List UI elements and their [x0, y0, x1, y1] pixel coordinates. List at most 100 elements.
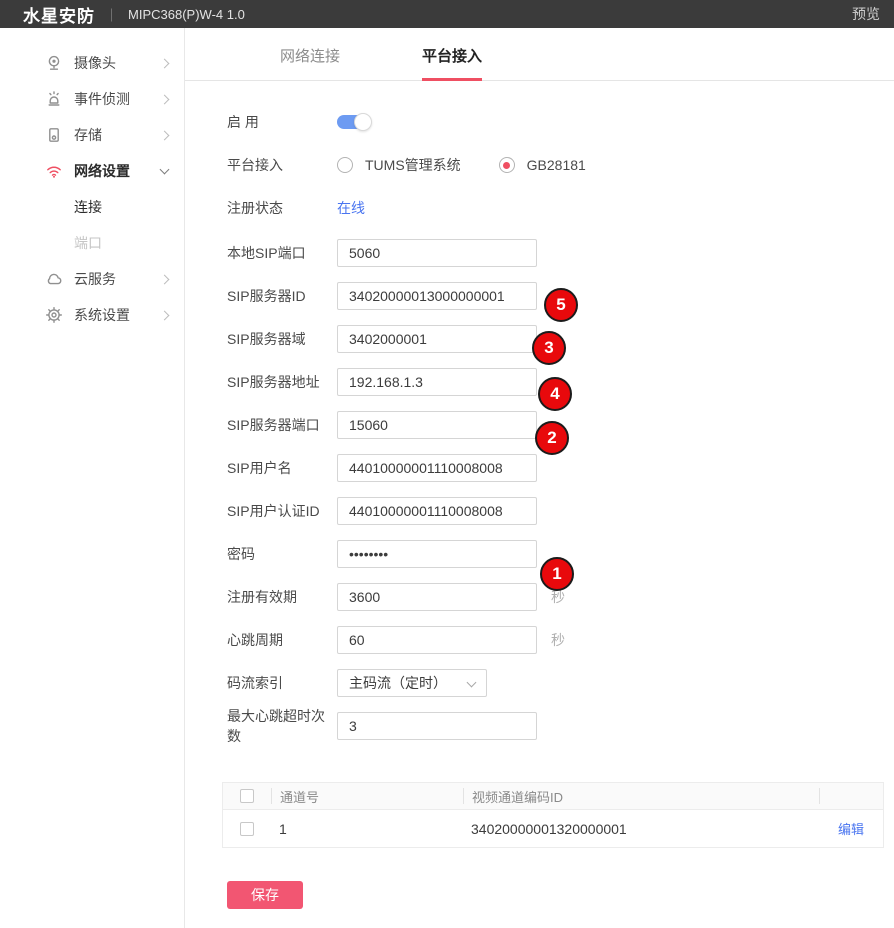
main-content: 网络连接 平台接入 5 3 4 2 1 启 用 平台接入 TUMS管理系统 GB…	[185, 28, 894, 928]
field-label: SIP服务器端口	[227, 415, 337, 435]
heartbeat-period-row: 心跳周期 秒	[227, 626, 894, 654]
chevron-right-icon	[160, 274, 170, 284]
field-label: SIP服务器域	[227, 329, 337, 349]
sip-server-port-input[interactable]	[337, 411, 537, 439]
sip-auth-id-input[interactable]	[337, 497, 537, 525]
table-header-row: 通道号 视频通道编码ID	[223, 783, 883, 810]
max-heartbeat-timeout-input[interactable]	[337, 712, 537, 740]
sip-username-input[interactable]	[337, 454, 537, 482]
field-label: 码流索引	[227, 673, 337, 693]
sidebar-item-label: 系统设置	[74, 305, 161, 325]
chevron-right-icon	[160, 130, 170, 140]
sidebar-item-storage[interactable]: 存储	[0, 117, 184, 153]
tab-bar: 网络连接 平台接入	[185, 28, 894, 81]
stream-index-value: 主码流（定时）	[349, 673, 468, 693]
edit-link[interactable]: 编辑	[838, 822, 864, 837]
gear-icon	[45, 306, 63, 324]
brand-separator: ｜	[105, 5, 118, 24]
alarm-icon	[45, 90, 63, 108]
annotation-badge-1: 1	[540, 557, 574, 591]
annotation-badge-3: 3	[532, 331, 566, 365]
field-label: 本地SIP端口	[227, 243, 337, 263]
registration-status-value: 在线	[337, 198, 365, 218]
field-label: SIP用户名	[227, 458, 337, 478]
sip-server-id-input[interactable]	[337, 282, 537, 310]
sidebar-item-label: 摄像头	[74, 53, 161, 73]
column-header-encode-id: 视频通道编码ID	[463, 788, 819, 804]
cloud-icon	[45, 270, 63, 288]
channel-table: 通道号 视频通道编码ID 1 34020000001320000001 编辑	[222, 782, 884, 848]
tab-network-connection[interactable]: 网络连接	[280, 45, 340, 81]
camera-icon	[45, 54, 63, 72]
local-sip-port-input[interactable]	[337, 239, 537, 267]
registration-status-label: 注册状态	[227, 198, 337, 218]
sidebar: 摄像头 事件侦测 存储 网络设置 连接 端口	[0, 28, 185, 928]
channel-number-cell: 1	[271, 821, 463, 837]
field-label: SIP用户认证ID	[227, 501, 337, 521]
wifi-icon	[45, 162, 63, 180]
registration-validity-input[interactable]	[337, 583, 537, 611]
device-model: MIPC368(P)W-4 1.0	[128, 7, 245, 22]
chevron-down-icon	[467, 677, 477, 687]
select-all-checkbox[interactable]	[240, 789, 254, 803]
sidebar-item-label: 存储	[74, 125, 161, 145]
field-label: SIP服务器ID	[227, 286, 337, 306]
encode-id-cell: 34020000001320000001	[463, 821, 819, 837]
chevron-right-icon	[160, 94, 170, 104]
platform-type-label: 平台接入	[227, 155, 337, 175]
stream-index-select[interactable]: 主码流（定时）	[337, 669, 487, 697]
field-label: 密码	[227, 544, 337, 564]
radio-gb28181[interactable]	[499, 157, 515, 173]
sip-username-row: SIP用户名	[227, 454, 894, 482]
column-header-channel: 通道号	[271, 788, 463, 804]
sidebar-item-camera[interactable]: 摄像头	[0, 45, 184, 81]
radio-tums[interactable]	[337, 157, 353, 173]
column-header-actions	[819, 788, 883, 804]
sidebar-subitem-label: 端口	[74, 233, 102, 253]
brand-logo: 水星安防	[23, 2, 95, 27]
annotation-badge-2: 2	[535, 421, 569, 455]
sidebar-subitem-port[interactable]: 端口	[0, 225, 184, 261]
field-label: 心跳周期	[227, 630, 337, 650]
sidebar-item-cloud-service[interactable]: 云服务	[0, 261, 184, 297]
registration-status-row: 注册状态 在线	[227, 194, 894, 222]
sidebar-item-event-detection[interactable]: 事件侦测	[0, 81, 184, 117]
enable-row: 启 用	[227, 108, 894, 136]
annotation-badge-5: 5	[544, 288, 578, 322]
local-sip-port-row: 本地SIP端口	[227, 239, 894, 267]
field-label: 最大心跳超时次数	[227, 706, 337, 746]
top-bar: 水星安防 ｜ MIPC368(P)W-4 1.0 预览	[0, 0, 894, 28]
radio-tums-label: TUMS管理系统	[365, 155, 461, 175]
sip-server-address-input[interactable]	[337, 368, 537, 396]
sidebar-subitem-label: 连接	[74, 197, 102, 217]
table-row: 1 34020000001320000001 编辑	[223, 810, 883, 847]
platform-access-form: 启 用 平台接入 TUMS管理系统 GB28181 注册状态 在线 本地SIP端…	[185, 81, 894, 740]
chevron-right-icon	[160, 310, 170, 320]
platform-type-row: 平台接入 TUMS管理系统 GB28181	[227, 151, 894, 179]
seconds-suffix: 秒	[551, 630, 565, 650]
save-button[interactable]: 保存	[227, 881, 303, 909]
sidebar-subitem-connection[interactable]: 连接	[0, 189, 184, 225]
radio-gb28181-label: GB28181	[527, 157, 586, 173]
sidebar-item-label: 事件侦测	[74, 89, 161, 109]
toggle-knob	[354, 113, 372, 131]
sidebar-item-system-settings[interactable]: 系统设置	[0, 297, 184, 333]
storage-icon	[45, 126, 63, 144]
field-label: SIP服务器地址	[227, 372, 337, 392]
sidebar-item-network-settings[interactable]: 网络设置	[0, 153, 184, 189]
row-checkbox[interactable]	[240, 822, 254, 836]
sip-auth-id-row: SIP用户认证ID	[227, 497, 894, 525]
sip-server-domain-input[interactable]	[337, 325, 537, 353]
preview-link[interactable]: 预览	[852, 4, 880, 24]
platform-radio-group: TUMS管理系统 GB28181	[337, 155, 586, 175]
enable-label: 启 用	[227, 112, 337, 132]
heartbeat-period-input[interactable]	[337, 626, 537, 654]
stream-index-row: 码流索引 主码流（定时）	[227, 669, 894, 697]
tab-platform-access[interactable]: 平台接入	[422, 45, 482, 81]
sidebar-item-label: 网络设置	[74, 161, 161, 181]
max-heartbeat-timeout-row: 最大心跳超时次数	[227, 712, 894, 740]
enable-toggle[interactable]	[337, 115, 369, 129]
annotation-badge-4: 4	[538, 377, 572, 411]
password-input[interactable]	[337, 540, 537, 568]
sidebar-item-label: 云服务	[74, 269, 161, 289]
